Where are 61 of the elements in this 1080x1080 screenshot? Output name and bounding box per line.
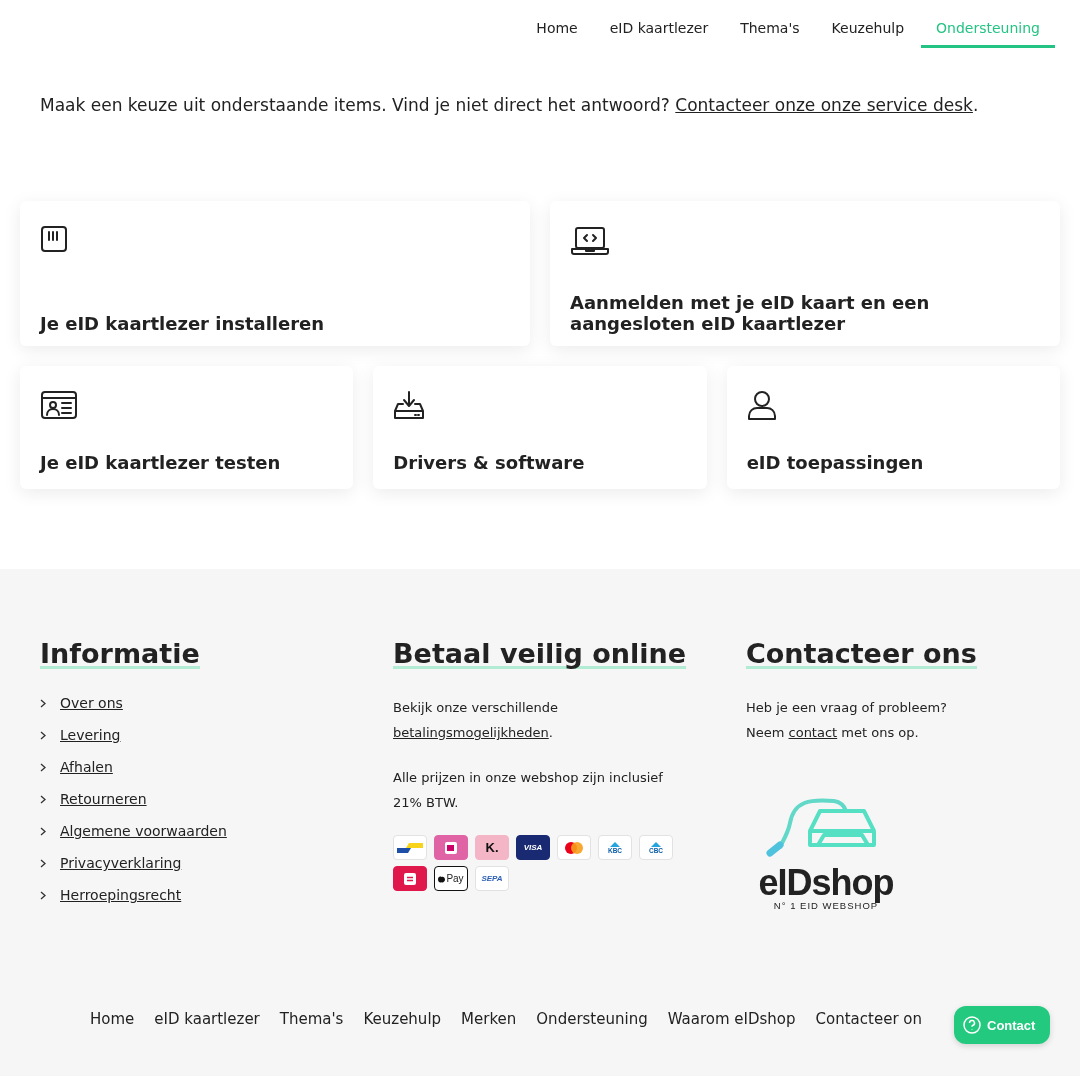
card-title: eID toepassingen — [746, 452, 925, 473]
card[interactable]: Aanmelden met je eID kaart en een aangesloten eID kaartlezer — [550, 201, 1060, 346]
download-icon — [393, 390, 426, 422]
chevron-icon — [40, 762, 46, 772]
laptop-icon — [570, 225, 610, 257]
card[interactable]: Je eID kaartlezer installeren — [20, 201, 530, 346]
footer-nav-link[interactable]: Merken — [451, 1010, 527, 1028]
logo-text: eIDshop — [758, 865, 894, 901]
payment-logo — [393, 835, 427, 860]
footer-nav-link[interactable]: Thema's — [269, 1010, 354, 1028]
footer-link[interactable]: Afhalen — [60, 759, 113, 775]
payment-logo: Pay — [434, 866, 468, 891]
card-title: Aanmelden met je eID kaart en een aangesloten eID kaartlezer — [570, 292, 931, 334]
card[interactable]: Je eID kaartlezer testen — [20, 366, 354, 489]
intro-text: Maak een keuze uit onderstaande items. Vind je niet direct het antwoord? Contacteer onze onze service desk. — [40, 95, 980, 115]
id-card-icon — [40, 390, 78, 422]
card-title: Drivers & software — [393, 452, 586, 473]
footer-nav-link[interactable]: Waarom eIDshop — [657, 1010, 806, 1028]
chevron-icon — [40, 890, 46, 900]
card[interactable]: Drivers & software — [373, 366, 707, 489]
nav-link[interactable]: eID kaartlezer — [594, 14, 724, 48]
payment-logo: K. — [475, 835, 509, 860]
contact-text: Heb je een vraag of probleem? — [746, 699, 948, 717]
footer-nav-link[interactable]: Ondersteuning — [526, 1010, 658, 1028]
footer-nav-link[interactable]: Keuzehulp — [353, 1010, 452, 1028]
nav-link[interactable]: Thema's — [725, 14, 815, 48]
footer-heading: Contacteer ons — [746, 639, 977, 669]
contact-text: Neem contact met ons op. — [746, 724, 920, 742]
card-title: Je eID kaartlezer installeren — [40, 313, 326, 334]
service-desk-link[interactable]: Contacteer onze onze service desk — [675, 95, 973, 115]
footer-link[interactable]: Herroepingsrecht — [60, 887, 182, 903]
chevron-icon — [40, 858, 46, 868]
help-icon — [963, 1016, 981, 1034]
payment-logo — [393, 866, 427, 891]
payment-link[interactable]: betalingsmogelijkheden — [393, 725, 549, 740]
payment-logo — [557, 835, 591, 860]
card-title: Je eID kaartlezer testen — [40, 452, 282, 473]
payment-text: Bekijk onze verschillende betalingsmogelijkheden. — [393, 699, 559, 742]
footer-heading: Informatie — [40, 639, 200, 669]
payment-logo: VISA — [516, 835, 550, 860]
payment-logo — [434, 835, 468, 860]
chevron-icon — [40, 730, 46, 740]
footer-heading: Betaal veilig online — [393, 639, 687, 669]
chevron-icon — [40, 794, 46, 804]
contact-link[interactable]: contact — [788, 725, 838, 740]
footer-nav-link[interactable]: Home — [80, 1010, 145, 1028]
nav-link[interactable]: Home — [521, 14, 593, 48]
footer-link[interactable]: Over ons — [60, 695, 123, 711]
price-note: Alle prijzen in onze webshop zijn inclusief 21% BTW. — [393, 769, 664, 812]
footer-link[interactable]: Privacyverklaring — [60, 855, 182, 871]
nav-link[interactable]: Keuzehulp — [816, 14, 920, 48]
chevron-icon — [40, 826, 46, 836]
footer-nav-link[interactable]: eID kaartlezer — [144, 1010, 270, 1028]
footer-nav-link[interactable]: Contacteer on — [805, 1010, 932, 1028]
payment-logo: SEPA — [475, 866, 509, 891]
card[interactable]: eID toepassingen — [726, 366, 1060, 489]
footer-link[interactable]: Algemene voorwaarden — [60, 823, 227, 839]
user-icon — [746, 390, 779, 422]
footer-link[interactable]: Levering — [60, 727, 121, 743]
chevron-icon — [40, 698, 46, 708]
footer-link[interactable]: Retourneren — [60, 791, 147, 807]
